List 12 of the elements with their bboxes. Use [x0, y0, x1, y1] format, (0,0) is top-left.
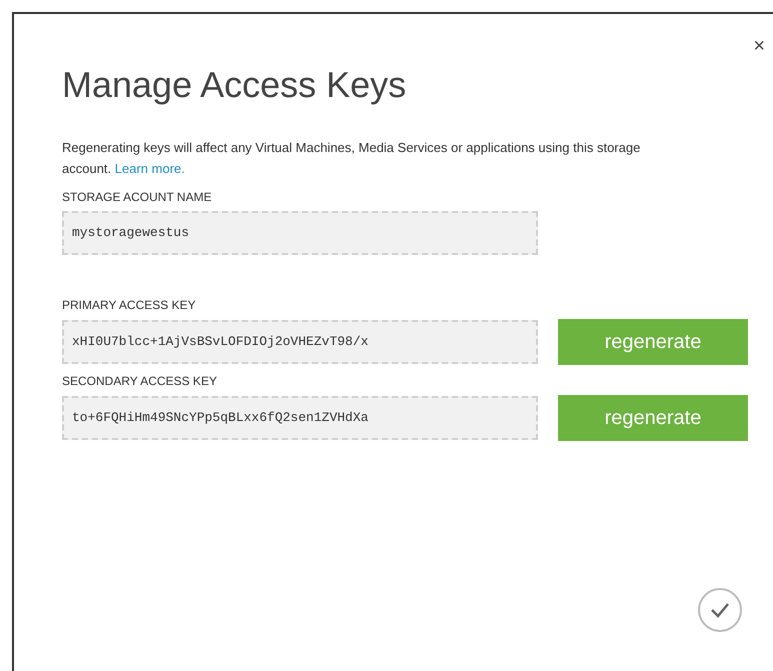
learn-more-link[interactable]: Learn more.: [114, 161, 185, 176]
dialog-title: Manage Access Keys: [62, 63, 406, 107]
text-field[interactable]: mystoragewestus: [62, 211, 538, 255]
text-field[interactable]: xHI0U7blcc+1AjVsBSvLOFDIOj2oVHEZvT98/x: [62, 320, 538, 364]
description-text: Regenerating keys will affect any Virtual Machines, Media Services or applications using this storage account. Learn more.: [62, 139, 642, 178]
close-button[interactable]: ×: [753, 36, 765, 56]
field-label: STORAGE ACOUNT NAME: [62, 189, 212, 206]
text-field[interactable]: to+6FQHiHm49SNcYPp5qBLxx6fQ2sen1ZVHdXa: [62, 396, 538, 440]
field-label: PRIMARY ACCESS KEY: [62, 297, 196, 314]
checkmark-icon: [710, 602, 730, 618]
confirm-button[interactable]: [698, 588, 742, 632]
field-label: SECONDARY ACCESS KEY: [62, 373, 217, 390]
